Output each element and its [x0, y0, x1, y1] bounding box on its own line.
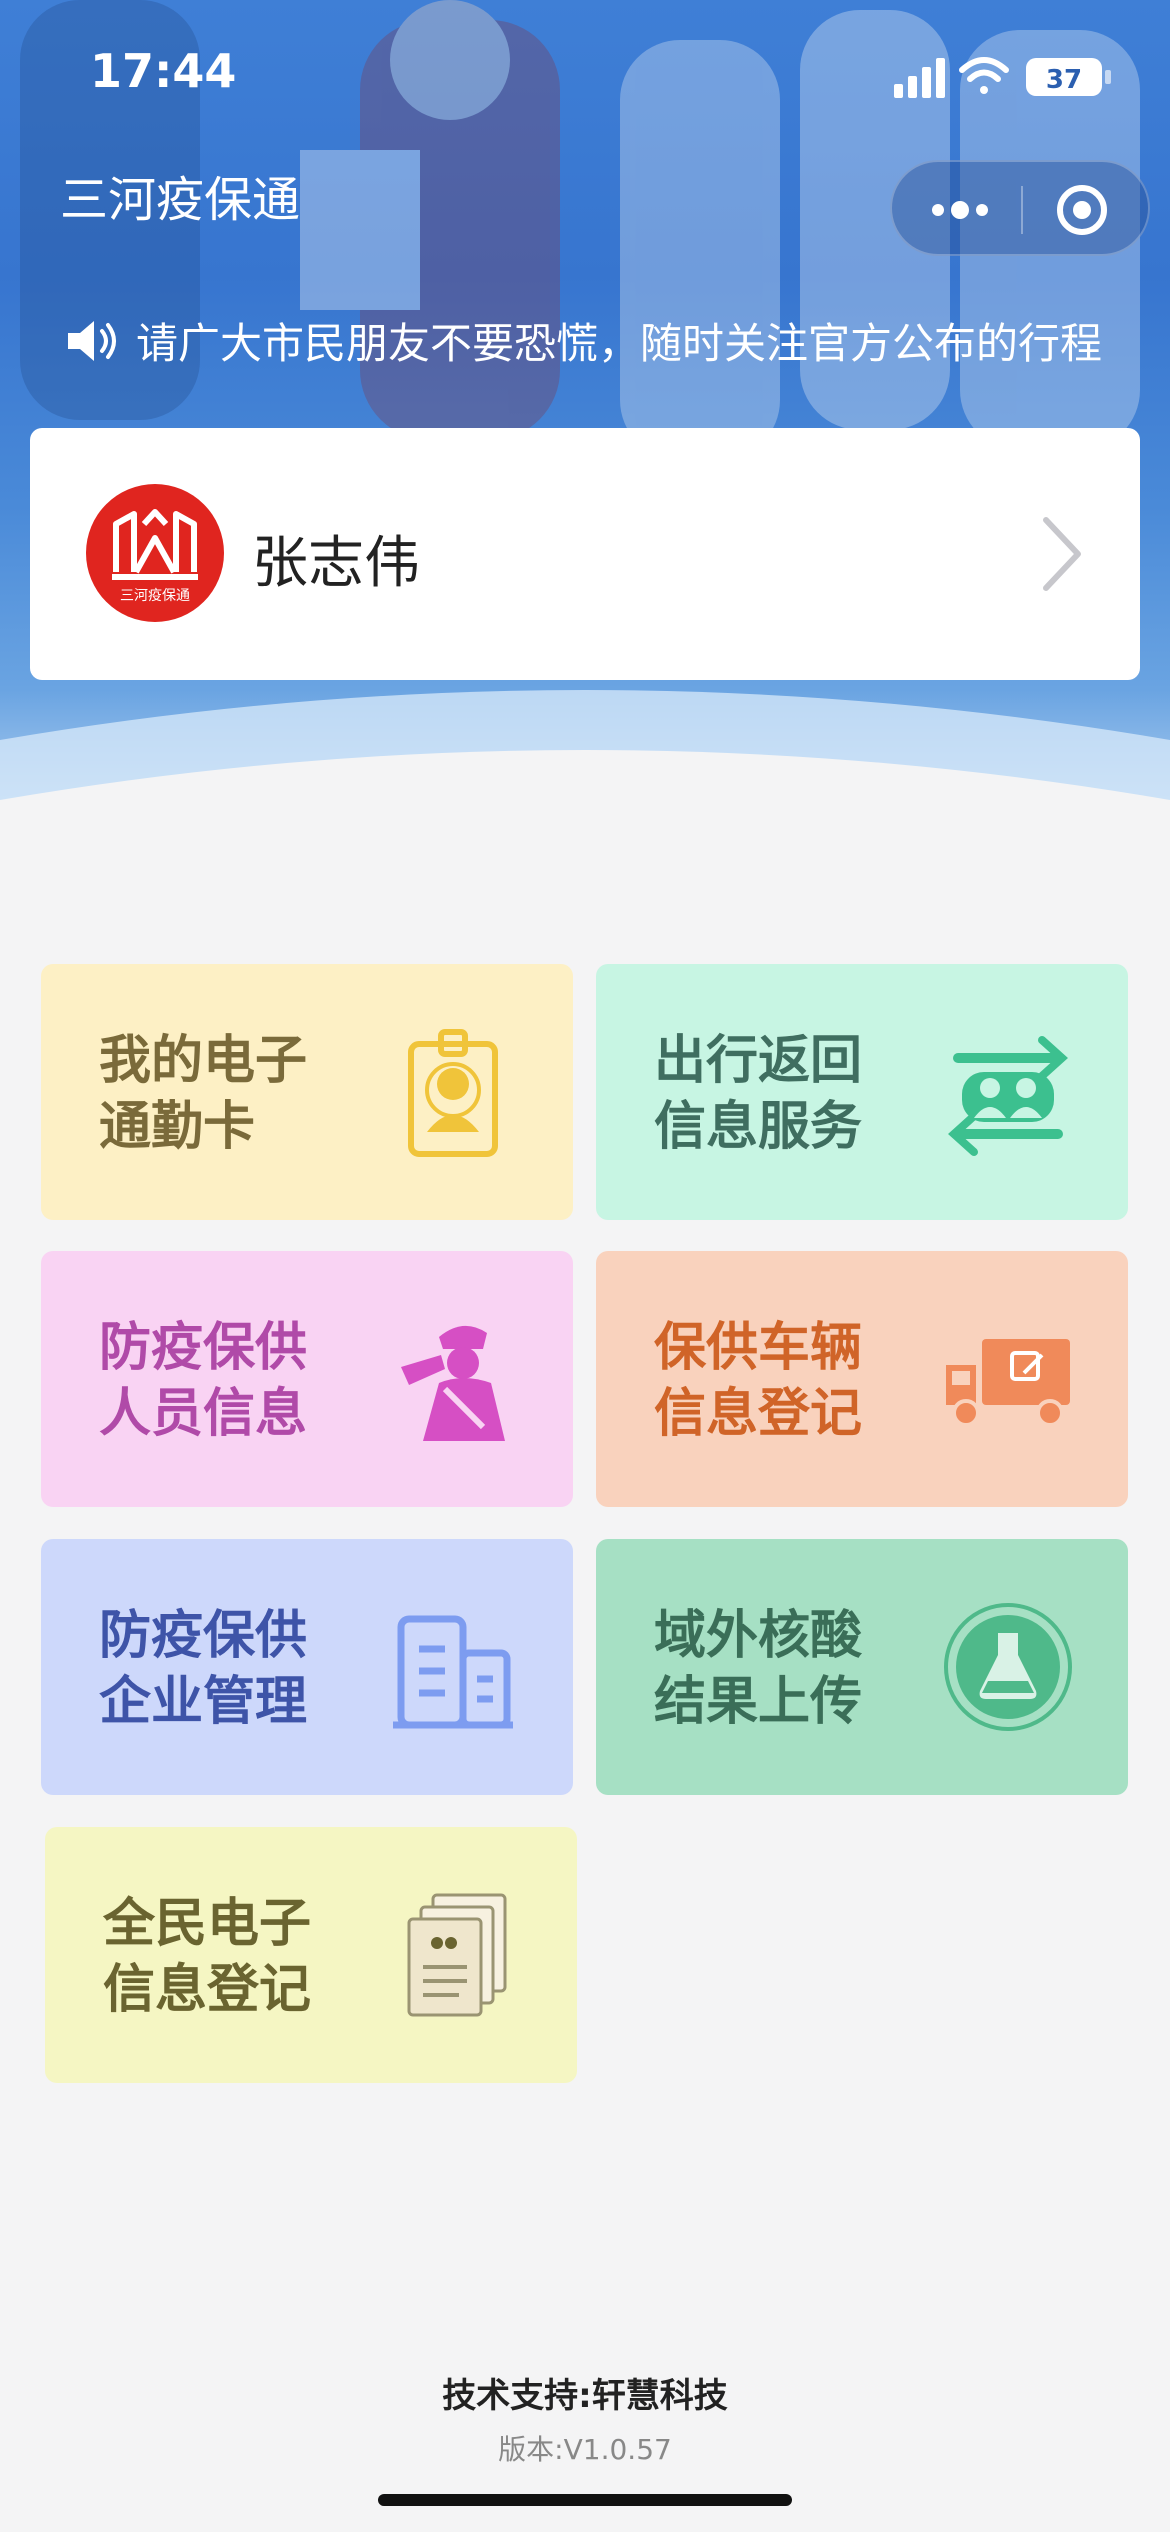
tech-support-text: 技术支持:轩慧科技	[442, 2376, 728, 2416]
wifi-icon	[959, 57, 1009, 94]
tile-travel-return[interactable]: 出行返回 信息服务	[596, 964, 1128, 1220]
notice-marquee: 请广大市民朋友不要恐慌，随时关注官方公布的行程	[64, 310, 1124, 370]
user-name: 张志伟	[252, 531, 420, 596]
status-bar: 17:44 37	[0, 0, 1170, 150]
app-logo-avatar: 三河疫保通	[86, 484, 224, 622]
close-mini-program-icon[interactable]	[1042, 180, 1122, 240]
tile-staff-info[interactable]: 防疫保供 人员信息	[41, 1251, 573, 1507]
tile-nucleic-acid-upload[interactable]: 域外核酸 结果上传	[596, 1539, 1128, 1795]
notice-text: 请广大市民朋友不要恐慌，随时关注官方公布的行程	[136, 319, 1103, 368]
speaker-icon	[68, 321, 116, 361]
profile-card[interactable]: 三河疫保通 张志伟	[30, 428, 1140, 680]
building-icon	[393, 1615, 513, 1729]
tile-label: 保供车辆 信息登记	[654, 1318, 863, 1444]
version-text: 版本:V1.0.57	[498, 2433, 672, 2466]
battery-icon: 37	[1026, 58, 1111, 96]
documents-icon	[407, 1893, 507, 2017]
home-indicator	[378, 2494, 792, 2506]
tile-citizen-registration[interactable]: 全民电子 信息登记	[45, 1827, 577, 2083]
hero-banner: 17:44 37 三河疫保通 请广大市民朋友不要恐慌，随时关注官方公布的行程 三…	[0, 0, 1170, 920]
svg-text:37: 37	[1046, 65, 1082, 95]
tile-label: 出行返回 信息服务	[654, 1031, 863, 1157]
svg-text:三河疫保通: 三河疫保通	[120, 588, 190, 604]
status-icons: 37	[894, 57, 1111, 98]
capsule-divider	[1021, 186, 1023, 234]
signal-icon	[894, 58, 945, 98]
more-options-icon[interactable]	[920, 184, 1000, 236]
status-time: 17:44	[90, 44, 237, 98]
chevron-right-icon	[1043, 517, 1081, 591]
tile-commute-card[interactable]: 我的电子 通勤卡	[41, 964, 573, 1220]
app-title: 三河疫保通	[60, 172, 301, 228]
tile-vehicle-registration[interactable]: 保供车辆 信息登记	[596, 1251, 1128, 1507]
tile-label: 域外核酸 结果上传	[654, 1606, 863, 1732]
tile-label: 我的电子 通勤卡	[99, 1031, 308, 1157]
truck-icon	[946, 1339, 1070, 1427]
badge-icon	[408, 1029, 498, 1157]
mini-program-capsule	[890, 160, 1150, 256]
tile-enterprise-management[interactable]: 防疫保供 企业管理	[41, 1539, 573, 1795]
tile-label: 防疫保供 人员信息	[99, 1318, 308, 1444]
flask-icon	[944, 1603, 1072, 1731]
staff-salute-icon	[401, 1325, 505, 1441]
travel-return-icon	[948, 1036, 1068, 1156]
tile-label: 全民电子 信息登记	[103, 1894, 312, 2020]
tile-label: 防疫保供 企业管理	[99, 1606, 308, 1732]
